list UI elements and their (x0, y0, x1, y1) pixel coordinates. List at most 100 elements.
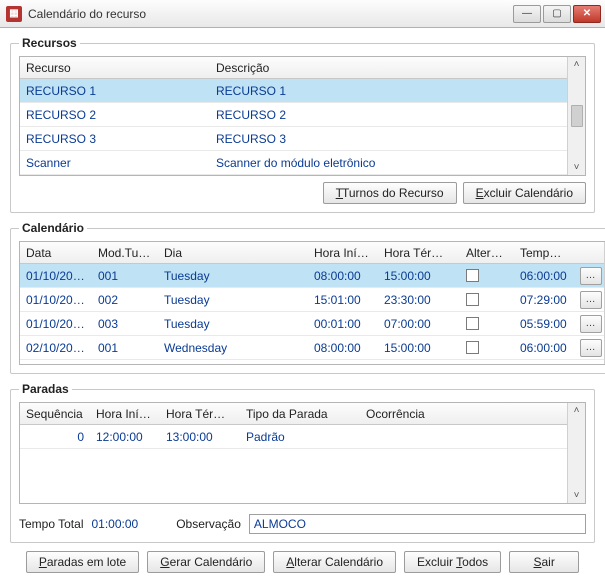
close-button[interactable]: ✕ (573, 5, 601, 23)
stop-row[interactable]: 012:00:0013:00:00Padrão (20, 425, 567, 449)
checkbox-icon[interactable] (466, 341, 479, 354)
alter-calendar-button[interactable]: Alterar Calendário (273, 551, 396, 573)
cal-date: 01/10/2019 (20, 290, 92, 310)
resource-row[interactable]: RECURSO 2RECURSO 2 (20, 103, 567, 127)
stops-table: Sequência Hora Início Hora Término Tipo … (19, 402, 586, 504)
cal-day: Tuesday (158, 290, 308, 310)
minimize-button[interactable]: — (513, 5, 541, 23)
calendar-row[interactable]: 01/10/2019003Tuesday00:01:0007:00:0005:5… (20, 312, 604, 336)
cal-changed[interactable] (460, 266, 514, 285)
col-seq[interactable]: Sequência (20, 404, 90, 424)
stop-type: Padrão (240, 427, 360, 447)
shifts-button[interactable]: TTurnos do Recurso (323, 182, 457, 204)
batch-stops-button[interactable]: Paradas em lote (26, 551, 139, 573)
col-descricao[interactable]: Descrição (210, 58, 567, 78)
cal-more[interactable]: … (574, 288, 604, 312)
col-recurso[interactable]: Recurso (20, 58, 210, 78)
col-mod[interactable]: Mod.Turno (92, 243, 158, 263)
cal-changed[interactable] (460, 290, 514, 309)
exit-button[interactable]: Sair (509, 551, 579, 573)
ellipsis-button[interactable]: … (580, 291, 602, 309)
resource-desc: RECURSO 1 (210, 81, 567, 101)
scroll-thumb[interactable] (571, 105, 583, 127)
scroll-up-icon[interactable]: ˄ (574, 59, 580, 70)
ellipsis-button[interactable]: … (580, 315, 602, 333)
stop-seq: 0 (20, 427, 90, 447)
calendar-group: Calendário Data Mod.Turno Dia Hora Iníci… (10, 221, 605, 374)
ellipsis-button[interactable]: … (580, 339, 602, 357)
resource-id: Scanner (20, 153, 210, 173)
col-ini[interactable]: Hora Início (90, 404, 160, 424)
calendar-table: Data Mod.Turno Dia Hora Início Hora Térm… (19, 241, 605, 365)
observation-label: Observação (176, 517, 241, 531)
resources-header: Recurso Descrição (20, 57, 567, 79)
cal-start: 08:00:00 (308, 266, 378, 286)
col-oco[interactable]: Ocorrência (360, 404, 567, 424)
resources-scrollbar[interactable]: ˄ ˅ (567, 57, 585, 175)
scroll-down-icon[interactable]: ˅ (574, 490, 580, 501)
scroll-up-icon[interactable]: ˄ (574, 405, 580, 416)
cal-shift: 003 (92, 314, 158, 334)
checkbox-icon[interactable] (466, 269, 479, 282)
cal-end: 07:00:00 (378, 314, 460, 334)
ellipsis-button[interactable]: … (580, 267, 602, 285)
titlebar: ▦ Calendário do recurso — ▢ ✕ (0, 0, 605, 28)
resource-desc: RECURSO 2 (210, 105, 567, 125)
delete-all-button[interactable]: Excluir Todos (404, 551, 501, 573)
cal-shift: 002 (92, 290, 158, 310)
resource-row[interactable]: RECURSO 3RECURSO 3 (20, 127, 567, 151)
cal-useful: 06:00:00 (514, 266, 574, 286)
cal-end: 15:00:00 (378, 266, 460, 286)
col-ini[interactable]: Hora Início (308, 243, 378, 263)
col-fim[interactable]: Hora Término (160, 404, 240, 424)
cal-date: 02/10/2019 (20, 338, 92, 358)
cal-start: 08:00:00 (308, 338, 378, 358)
calendar-row[interactable]: 02/10/2019001Wednesday08:00:0015:00:0006… (20, 336, 604, 360)
resource-id: RECURSO 2 (20, 105, 210, 125)
calendar-legend: Calendário (19, 221, 87, 235)
delete-calendar-button[interactable]: Excluir Calendário (463, 182, 586, 204)
cal-start: 15:01:00 (308, 290, 378, 310)
checkbox-icon[interactable] (466, 317, 479, 330)
stops-group: Paradas Sequência Hora Início Hora Térmi… (10, 382, 595, 543)
resource-row[interactable]: RECURSO 1RECURSO 1 (20, 79, 567, 103)
cal-useful: 07:29:00 (514, 290, 574, 310)
stop-occ (360, 434, 567, 440)
cal-end: 15:00:00 (378, 338, 460, 358)
cal-more[interactable]: … (574, 264, 604, 288)
col-util[interactable]: Tempo Útil (514, 243, 574, 263)
maximize-button[interactable]: ▢ (543, 5, 571, 23)
calendar-row[interactable]: 01/10/2019001Tuesday08:00:0015:00:0006:0… (20, 264, 604, 288)
cal-day: Tuesday (158, 314, 308, 334)
cal-changed[interactable] (460, 338, 514, 357)
resource-id: RECURSO 1 (20, 81, 210, 101)
col-alt[interactable]: Alterado (460, 243, 514, 263)
stops-header: Sequência Hora Início Hora Término Tipo … (20, 403, 567, 425)
cal-end: 23:30:00 (378, 290, 460, 310)
cal-shift: 001 (92, 338, 158, 358)
observation-input[interactable]: ALMOCO (249, 514, 586, 534)
bottom-toolbar: Paradas em lote Gerar Calendário Alterar… (10, 551, 595, 573)
total-time-value: 01:00:00 (91, 517, 138, 531)
cal-shift: 001 (92, 266, 158, 286)
resource-row[interactable]: ScannerScanner do módulo eletrônico (20, 151, 567, 175)
checkbox-icon[interactable] (466, 293, 479, 306)
cal-changed[interactable] (460, 314, 514, 333)
stops-scrollbar[interactable]: ˄ ˅ (567, 403, 585, 503)
resources-table: Recurso Descrição RECURSO 1RECURSO 1RECU… (19, 56, 586, 176)
col-data[interactable]: Data (20, 243, 92, 263)
col-tipo[interactable]: Tipo da Parada (240, 404, 360, 424)
resource-desc: Scanner do módulo eletrônico (210, 153, 567, 173)
scroll-down-icon[interactable]: ˅ (574, 162, 580, 173)
col-actions (574, 250, 604, 256)
window-title: Calendário do recurso (28, 7, 513, 21)
col-dia[interactable]: Dia (158, 243, 308, 263)
stop-start: 12:00:00 (90, 427, 160, 447)
cal-more[interactable]: … (574, 336, 604, 360)
cal-more[interactable]: … (574, 312, 604, 336)
cal-day: Tuesday (158, 266, 308, 286)
generate-calendar-button[interactable]: Gerar Calendário (147, 551, 265, 573)
col-fim[interactable]: Hora Término (378, 243, 460, 263)
calendar-row[interactable]: 01/10/2019002Tuesday15:01:0023:30:00 07:2… (20, 288, 604, 312)
resources-group: Recursos Recurso Descrição RECURSO 1RECU… (10, 36, 595, 213)
